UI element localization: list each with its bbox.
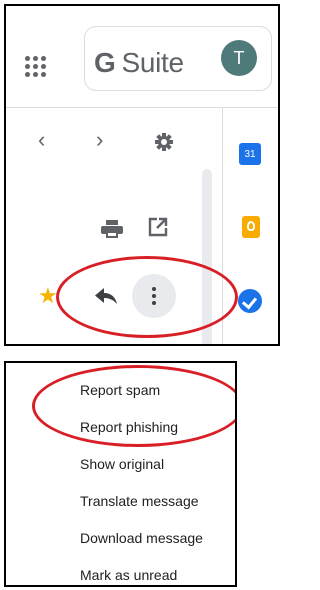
side-panel-divider bbox=[222, 107, 223, 344]
tasks-icon[interactable] bbox=[238, 289, 262, 313]
print-icon[interactable] bbox=[101, 220, 123, 238]
header-divider bbox=[6, 107, 278, 108]
menu-item-translate-message[interactable]: Translate message bbox=[80, 493, 199, 509]
reply-icon[interactable] bbox=[94, 287, 118, 305]
keep-icon[interactable] bbox=[242, 216, 260, 238]
star-icon[interactable]: ★ bbox=[38, 285, 58, 307]
apps-grid-icon[interactable] bbox=[25, 56, 47, 78]
menu-item-report-spam[interactable]: Report spam bbox=[80, 382, 160, 398]
gear-icon[interactable] bbox=[155, 133, 173, 151]
avatar[interactable]: T bbox=[221, 40, 257, 76]
gsuite-logo-name: Suite bbox=[121, 47, 184, 78]
menu-item-download-message[interactable]: Download message bbox=[80, 530, 203, 546]
menu-item-report-phishing[interactable]: Report phishing bbox=[80, 419, 178, 435]
menu-item-mark-as-unread[interactable]: Mark as unread bbox=[80, 567, 177, 583]
more-options-button[interactable] bbox=[132, 274, 176, 318]
newer-chevron-icon[interactable]: › bbox=[96, 129, 103, 151]
calendar-icon[interactable]: 31 bbox=[239, 143, 261, 165]
older-chevron-icon[interactable]: ‹ bbox=[38, 129, 45, 151]
gsuite-logo: G Suite bbox=[94, 47, 184, 79]
more-options-menu: Report spam Report phishing Show origina… bbox=[4, 361, 237, 587]
open-in-new-window-icon[interactable] bbox=[148, 217, 168, 237]
scrollbar[interactable] bbox=[202, 169, 212, 344]
gsuite-logo-letter: G bbox=[94, 47, 116, 78]
menu-item-show-original[interactable]: Show original bbox=[80, 456, 164, 472]
gmail-toolbar-panel: G Suite T ‹ › 31 ★ bbox=[4, 4, 280, 346]
